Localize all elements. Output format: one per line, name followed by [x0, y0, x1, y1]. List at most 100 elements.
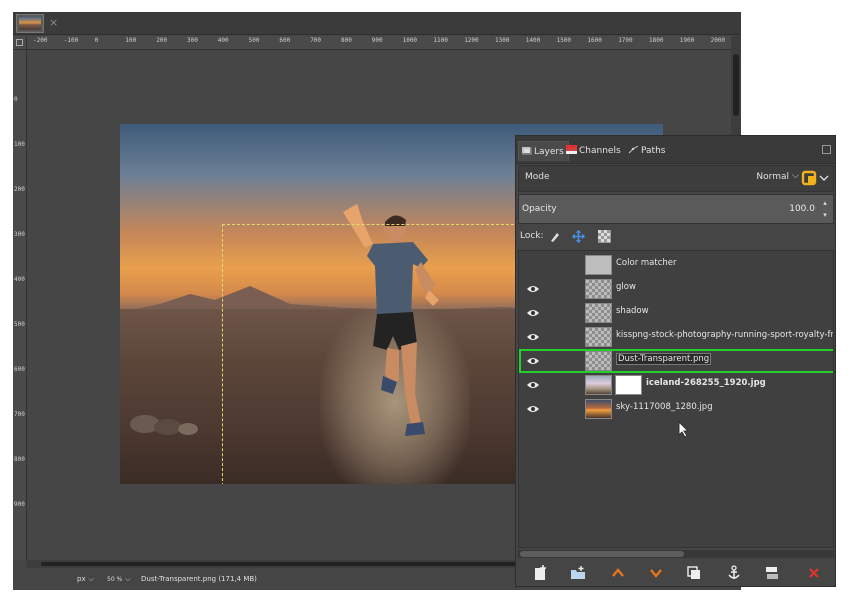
new-layer-icon[interactable] — [532, 565, 548, 581]
layer-row-shadow[interactable]: shadow — [519, 301, 833, 325]
layer-row-kisspng[interactable]: kisspng-stock-photography-running-sport-… — [519, 325, 834, 349]
ruler-tick-label: 600 — [14, 366, 25, 373]
dock-tabs: Layers Channels Paths — [516, 136, 835, 164]
mode-row: Mode Normal ⌵ — [518, 165, 834, 192]
ruler-tick-label: 1400 — [525, 37, 541, 44]
layer-thumbnail — [585, 279, 612, 299]
chevron-down-icon: ⌵ — [88, 575, 94, 583]
layers-dock: Layers Channels Paths Mode Normal ⌵ Opac… — [515, 135, 836, 587]
opacity-value[interactable]: 100.0 — [789, 204, 815, 214]
eye-icon[interactable] — [527, 332, 539, 342]
layer-buttons-bar — [518, 561, 834, 585]
ruler-tick-label: 0 — [94, 37, 99, 44]
ruler-tick-label: -200 — [33, 37, 48, 44]
ruler-tick-label: -100 — [63, 37, 79, 44]
eye-icon[interactable] — [527, 356, 539, 366]
ruler-tick-label: 200 — [14, 186, 25, 193]
layer-name: iceland-268255_1920.jpg — [646, 378, 766, 388]
ruler-tick-label: 400 — [14, 276, 25, 283]
layer-name: sky-1117008_1280.jpg — [616, 402, 713, 412]
eye-icon[interactable] — [527, 404, 539, 414]
chevron-down-icon: ⌵ — [125, 575, 131, 583]
raise-layer-icon[interactable] — [610, 565, 626, 581]
ruler-tick-label: 700 — [310, 37, 322, 44]
layer-row-dust-transparent[interactable]: Dust-Transparent.png — [519, 349, 833, 373]
lower-layer-icon[interactable] — [648, 565, 664, 581]
layers-icon — [522, 147, 532, 155]
layer-name: shadow — [616, 306, 649, 316]
ruler-tick-label: 100 — [125, 37, 137, 44]
ruler-tick-label: 600 — [279, 37, 291, 44]
merge-down-icon[interactable] — [764, 565, 780, 581]
ruler-tick-label: 1500 — [556, 37, 572, 44]
tab-paths[interactable]: Paths — [626, 141, 669, 161]
chevron-down-icon[interactable]: ⌵ — [792, 171, 799, 181]
layer-thumbnail — [585, 375, 612, 395]
zoom-select[interactable]: 50 % ⌵ — [107, 571, 141, 587]
channels-icon — [566, 145, 577, 154]
tab-channels[interactable]: Channels — [564, 141, 625, 161]
mode-label: Mode — [525, 172, 550, 182]
ruler-tick-label: 700 — [14, 411, 25, 418]
opacity-label: Opacity — [522, 204, 557, 214]
layer-thumbnail — [585, 399, 612, 419]
status-text: Dust-Transparent.png (171,4 MB) — [141, 575, 257, 583]
ruler-tick-label: 1700 — [618, 37, 633, 44]
tab-layers[interactable]: Layers — [518, 141, 569, 161]
ruler-tick-label: 800 — [341, 37, 352, 44]
eye-icon[interactable] — [527, 284, 539, 294]
ruler-tick-label: 2000 — [710, 37, 726, 44]
ruler-tick-label: 1100 — [433, 37, 448, 44]
layer-name: glow — [616, 282, 636, 292]
eye-icon[interactable] — [527, 380, 539, 390]
eye-icon[interactable] — [527, 308, 539, 318]
ruler-tick-label: 1000 — [402, 37, 418, 44]
layer-name-editor[interactable]: Dust-Transparent.png — [616, 353, 712, 365]
layer-row-iceland[interactable]: iceland-268255_1920.jpg — [519, 373, 833, 397]
ruler-tick-label: 1800 — [649, 37, 664, 44]
layer-thumbnail — [585, 327, 612, 347]
layer-thumbnail — [585, 255, 612, 275]
mode-select[interactable]: Normal — [756, 172, 789, 182]
vertical-ruler[interactable]: 0 100 200 300 400 500 600 700 800 900 — [13, 50, 27, 560]
layer-thumbnail — [585, 303, 612, 323]
duplicate-layer-icon[interactable] — [686, 565, 702, 581]
ruler-tick-label: 100 — [14, 141, 25, 148]
ruler-tick-label: 800 — [14, 456, 25, 463]
layer-name: kisspng-stock-photography-running-sport-… — [616, 330, 834, 340]
opacity-slider[interactable]: Opacity 100.0 ▴ ▾ — [518, 194, 834, 224]
horizontal-ruler[interactable]: -200 -100 0 100 200 300 400 500 600 700 800 900 1000… — [27, 36, 732, 50]
ruler-tick-label: 900 — [14, 501, 25, 508]
ruler-tick-label: 300 — [187, 37, 198, 44]
ruler-tick-label: 300 — [14, 231, 25, 238]
ruler-corner-button[interactable] — [13, 36, 27, 50]
lock-pixels-icon[interactable] — [548, 230, 561, 243]
opacity-spin-buttons[interactable]: ▴ ▾ — [819, 197, 831, 221]
ruler-tick-label: 500 — [14, 321, 25, 328]
rocks — [130, 415, 198, 435]
lock-position-icon[interactable] — [572, 230, 585, 243]
close-tab-icon[interactable]: × — [49, 16, 58, 29]
unit-select[interactable]: px ⌵ — [75, 571, 103, 587]
new-layer-group-icon[interactable] — [570, 565, 586, 581]
image-tab-thumbnail[interactable] — [16, 14, 44, 33]
paths-icon — [628, 145, 639, 154]
layer-list-hscrollbar[interactable] — [518, 550, 834, 558]
layer-thumbnail — [585, 351, 612, 371]
layer-row-sky[interactable]: sky-1117008_1280.jpg — [519, 397, 833, 421]
anchor-layer-icon[interactable] — [726, 565, 742, 581]
mouse-pointer-icon — [678, 421, 690, 438]
dock-menu-icon[interactable] — [822, 145, 831, 154]
ruler-tick-label: 900 — [371, 37, 383, 44]
layer-mask-thumbnail[interactable] — [615, 375, 642, 395]
vertical-scroll-thumb[interactable] — [733, 54, 739, 116]
delete-layer-icon[interactable] — [806, 565, 822, 581]
layer-list-scroll-thumb[interactable] — [520, 551, 684, 557]
layer-row-glow[interactable]: glow — [519, 277, 833, 301]
layer-row-color-matcher[interactable]: Color matcher — [519, 253, 833, 277]
ruler-tick-label: 1300 — [495, 37, 510, 44]
lock-alpha-icon[interactable] — [598, 230, 611, 243]
mode-switch-icon[interactable] — [801, 169, 829, 188]
layer-list[interactable]: Color matcher glow shadow kisspng-stock-… — [518, 250, 834, 548]
ruler-tick-label: 1200 — [464, 37, 479, 44]
